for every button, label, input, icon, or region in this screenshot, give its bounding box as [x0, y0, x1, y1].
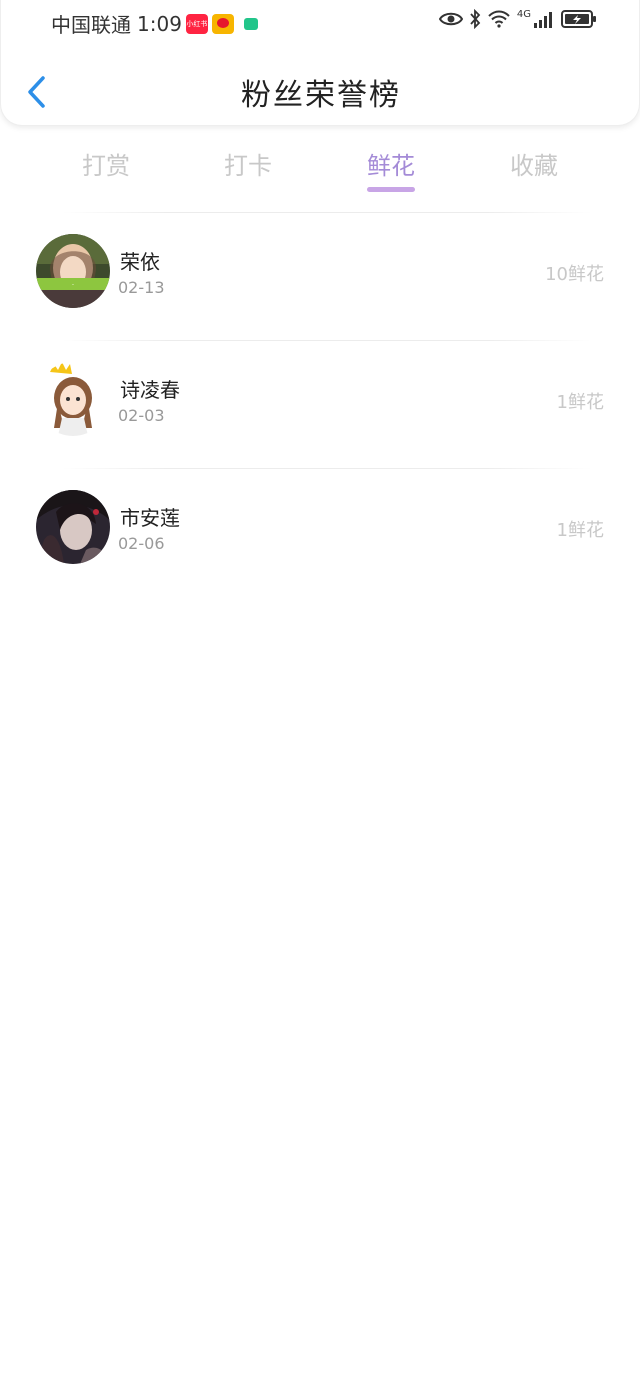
divider — [62, 468, 592, 469]
list-item[interactable]: 诗凌春 02-03 1鲜花 — [0, 340, 640, 468]
fan-name: 诗凌春 — [120, 378, 180, 402]
fan-name: 市安莲 — [120, 506, 180, 530]
page-title: 粉丝荣誉榜 — [241, 78, 401, 113]
tab-favorites[interactable]: 收藏 — [474, 146, 594, 181]
fan-date: 02-06 — [118, 534, 165, 553]
fan-name: 荣依 — [120, 250, 160, 274]
divider — [62, 340, 592, 341]
list-item[interactable]: · 荣依 02-13 10鲜花 — [0, 212, 640, 340]
eye-icon — [438, 12, 463, 26]
avatar[interactable]: · — [36, 234, 110, 308]
list-item[interactable]: 市安莲 02-06 1鲜花 — [0, 468, 640, 596]
status-bar: 中国联通 1:09 小红书 4G — [1, 0, 640, 44]
top-bar: 中国联通 1:09 小红书 4G 粉丝荣誉榜 — [0, 0, 640, 126]
status-right: 4G — [438, 9, 597, 29]
battery-charging-icon — [561, 10, 596, 28]
svg-text:·: · — [72, 281, 74, 289]
active-tab-indicator — [367, 187, 415, 192]
carrier-label: 中国联通 — [51, 13, 131, 37]
flower-count: 1鲜花 — [556, 520, 604, 541]
fan-date: 02-03 — [118, 406, 165, 425]
avatar[interactable] — [36, 490, 110, 564]
tab-reward[interactable]: 打赏 — [46, 146, 166, 181]
divider — [62, 212, 592, 213]
tab-checkin[interactable]: 打卡 — [188, 146, 308, 181]
tab-bar: 打赏 打卡 鲜花 收藏 — [0, 140, 640, 200]
bluetooth-icon — [470, 9, 481, 29]
fan-date: 02-13 — [118, 278, 165, 297]
status-left: 中国联通 1:09 小红书 — [51, 9, 258, 38]
avatar[interactable] — [36, 362, 110, 436]
clock: 1:09 — [137, 11, 182, 36]
weibo-app-icon — [211, 13, 234, 34]
flower-count: 10鲜花 — [545, 264, 604, 285]
xiaohongshu-app-icon: 小红书 — [185, 13, 208, 34]
wifi-icon — [488, 10, 510, 28]
chat-app-icon — [243, 17, 258, 30]
fan-list: · 荣依 02-13 10鲜花 诗凌春 02-03 1鲜花 市安莲 02-06 … — [0, 212, 640, 596]
network-type-label: 4G — [516, 9, 531, 20]
signal-icon — [534, 12, 552, 28]
tab-flowers[interactable]: 鲜花 — [331, 146, 451, 181]
flower-count: 1鲜花 — [556, 392, 604, 413]
